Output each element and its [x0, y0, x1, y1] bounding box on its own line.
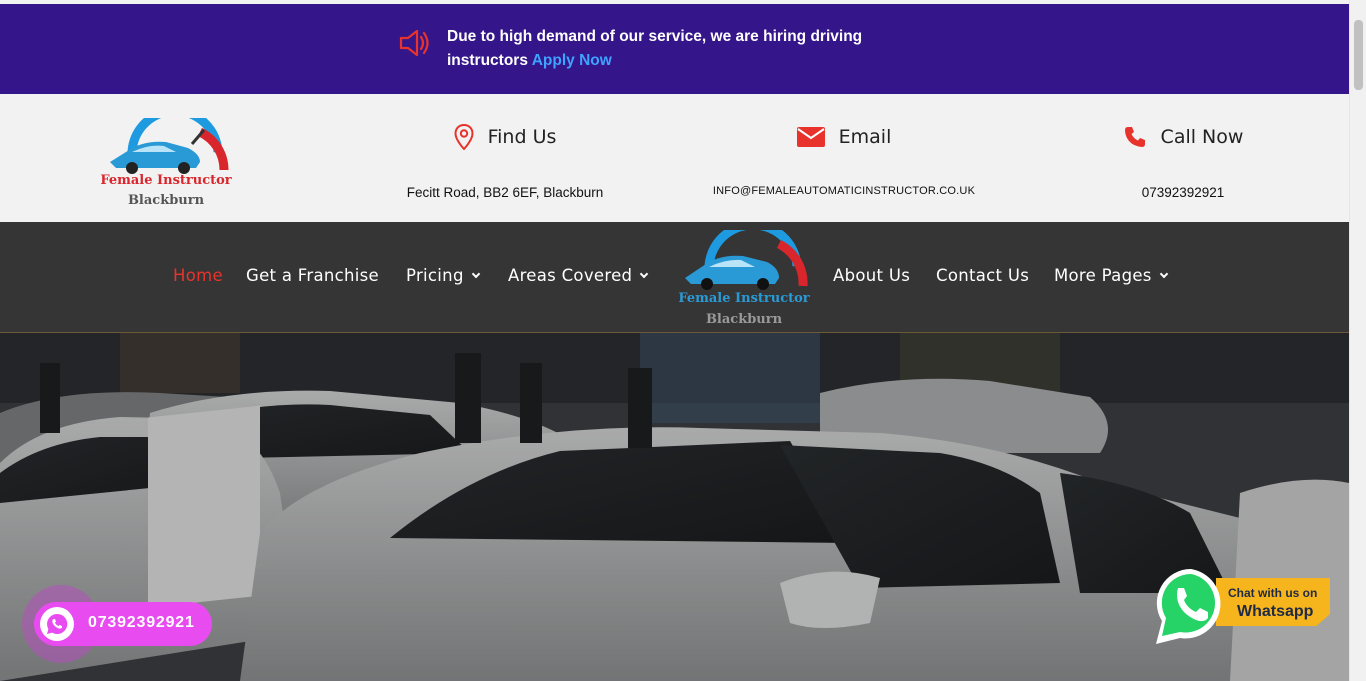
- brand-logo[interactable]: Female Instructor Blackburn: [96, 118, 236, 212]
- nav-more-pages[interactable]: More Pages: [1054, 266, 1168, 285]
- email-address[interactable]: INFO@FEMALEAUTOMATICINSTRUCTOR.CO.UK: [704, 185, 984, 197]
- chevron-down-icon: [1159, 269, 1168, 278]
- nav-brand-logo[interactable]: Female Instructor Blackburn: [673, 230, 815, 330]
- nav-contact-us[interactable]: Contact Us: [936, 266, 1029, 285]
- call-now-block: Call Now 07392392921: [1100, 122, 1266, 200]
- whatsapp-logo-icon: [1156, 568, 1221, 644]
- find-us-label: Find Us: [487, 126, 557, 148]
- nav-home-label: Home: [173, 266, 223, 285]
- contact-strip: Female Instructor Blackburn Find Us Feci…: [0, 94, 1349, 222]
- nav-about-us[interactable]: About Us: [833, 266, 910, 285]
- nav-areas-covered[interactable]: Areas Covered: [508, 266, 649, 285]
- phone-icon: [1124, 127, 1145, 147]
- location-pin-icon: [454, 124, 474, 150]
- nav-about-label: About Us: [833, 266, 911, 285]
- whatsapp-line1: Chat with us on: [1228, 586, 1318, 600]
- email-label: Email: [838, 126, 892, 148]
- announcement-text: Due to high demand of our service, we ar…: [447, 28, 863, 69]
- whatsapp-chat-widget[interactable]: Chat with us on Whatsapp: [1154, 566, 1332, 648]
- nav-areas-label: Areas Covered: [508, 266, 633, 285]
- whatsapp-line2: Whatsapp: [1237, 603, 1314, 620]
- nav-home[interactable]: Home: [173, 266, 223, 285]
- nav-pricing-label: Pricing: [406, 266, 464, 285]
- chevron-down-icon: [471, 269, 480, 278]
- logo-line2: Blackburn: [128, 193, 205, 208]
- whatsapp-icon: [40, 607, 74, 641]
- nav-more-label: More Pages: [1054, 266, 1152, 285]
- find-us-block: Find Us Fecitt Road, BB2 6EF, Blackburn: [385, 122, 625, 200]
- logo-line1: Female Instructor: [100, 173, 231, 188]
- announcement-message: Due to high demand of our service, we ar…: [447, 25, 907, 73]
- page: Due to high demand of our service, we ar…: [0, 0, 1349, 681]
- page-scrollbar[interactable]: [1349, 0, 1366, 681]
- speaker-icon: [399, 29, 429, 57]
- call-now-label: Call Now: [1160, 126, 1244, 148]
- apply-now-link[interactable]: Apply Now: [532, 52, 612, 69]
- nav-logo-line2: Blackburn: [706, 312, 783, 327]
- nav-contact-label: Contact Us: [936, 266, 1030, 285]
- scrollbar-thumb[interactable]: [1354, 20, 1363, 90]
- nav-logo-line1: Female Instructor: [678, 291, 809, 306]
- address-text: Fecitt Road, BB2 6EF, Blackburn: [406, 185, 604, 200]
- email-block: Email INFO@FEMALEAUTOMATICINSTRUCTOR.CO.…: [704, 122, 984, 197]
- nav-franchise-label: Get a Franchise: [246, 266, 380, 285]
- phone-number[interactable]: 07392392921: [1100, 185, 1266, 200]
- main-nav: Home Get a Franchise Pricing Areas Cover…: [0, 222, 1349, 333]
- announcement-bar: Due to high demand of our service, we ar…: [0, 4, 1349, 94]
- chevron-down-icon: [640, 269, 649, 278]
- envelope-icon: [796, 127, 825, 147]
- floating-phone-number: 07392392921: [88, 614, 195, 631]
- nav-get-a-franchise[interactable]: Get a Franchise: [246, 266, 379, 285]
- nav-pricing[interactable]: Pricing: [406, 266, 480, 285]
